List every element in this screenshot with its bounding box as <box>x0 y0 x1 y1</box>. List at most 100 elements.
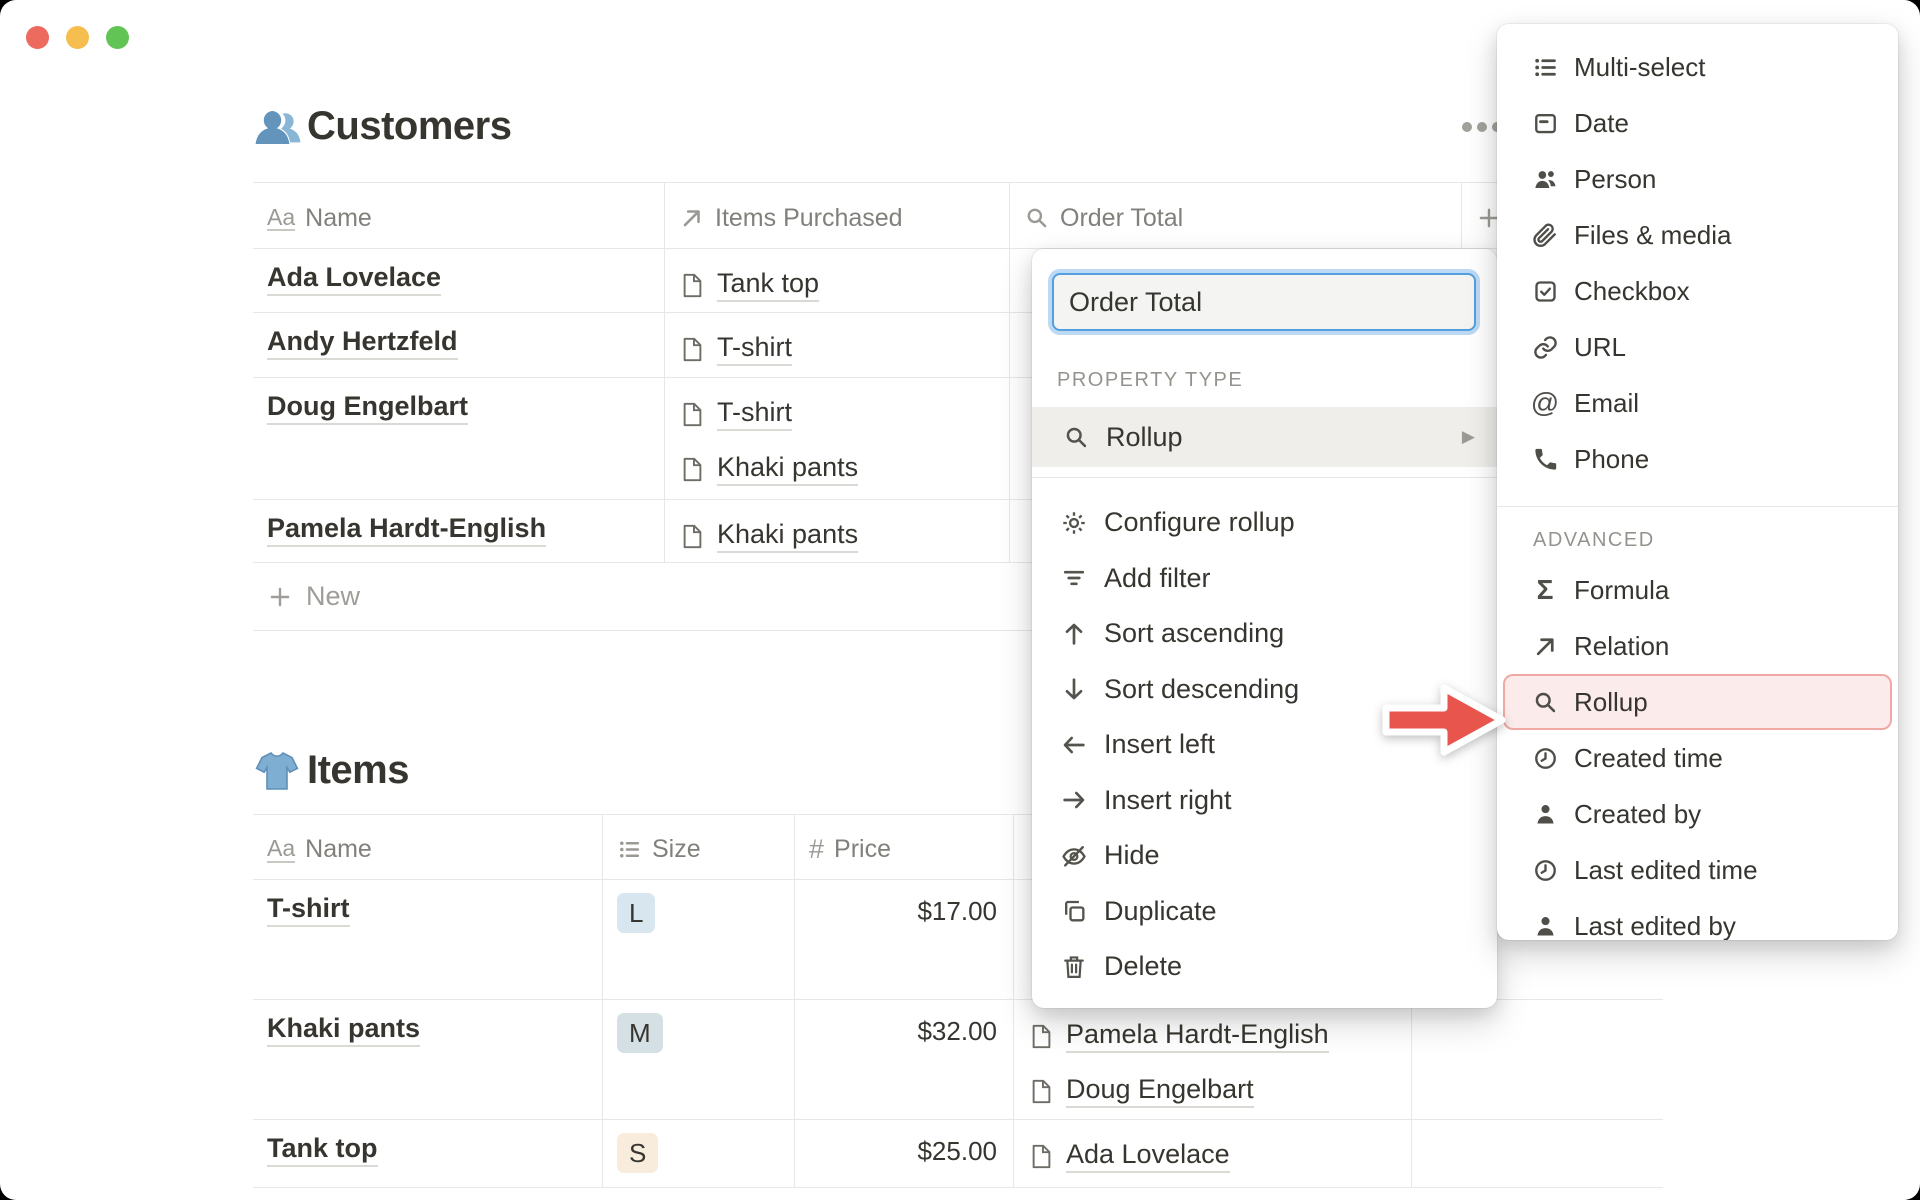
items-section-title: Items <box>253 746 410 794</box>
red-arrow-annotation <box>1382 684 1506 756</box>
type-item-last-edited-time[interactable]: Last edited time <box>1497 842 1898 898</box>
relation-icon <box>679 205 705 231</box>
type-item-created-by[interactable]: Created by <box>1497 786 1898 842</box>
page-icon <box>1032 1024 1051 1048</box>
gear-icon <box>1060 509 1088 537</box>
type-item-person[interactable]: Person <box>1497 151 1898 207</box>
size-tag[interactable]: L <box>617 893 656 933</box>
customers-header-row: Aa Name Items Purchased Order Total <box>253 182 1663 249</box>
table-row: Tank top S $25.00 Ada Lovelace <box>253 1120 1663 1188</box>
calendar-icon <box>1531 109 1559 137</box>
type-item-last-edited-by[interactable]: Last edited by <box>1497 898 1898 940</box>
size-tag[interactable]: S <box>617 1133 659 1173</box>
type-item-date[interactable]: Date <box>1497 95 1898 151</box>
duplicate-icon <box>1060 897 1088 925</box>
type-item-checkbox[interactable]: Checkbox <box>1497 263 1898 319</box>
page-mention[interactable]: Khaki pants <box>679 513 995 559</box>
size-tag[interactable]: M <box>617 1013 663 1053</box>
page-icon <box>1032 1144 1051 1168</box>
page-mention[interactable]: Ada Lovelace <box>1028 1133 1397 1179</box>
menu-item-duplicate[interactable]: Duplicate <box>1032 884 1497 940</box>
page-icon <box>683 337 702 361</box>
page-mention[interactable]: T-shirt <box>679 326 995 372</box>
type-item-multi-select[interactable]: Multi-select <box>1497 39 1898 95</box>
column-header-name[interactable]: Aa Name <box>253 183 665 248</box>
page-mention[interactable]: Tank top <box>679 262 995 308</box>
price-cell[interactable]: $25.00 <box>795 1120 1014 1187</box>
rollup-icon <box>1024 205 1050 231</box>
divider <box>1032 477 1497 478</box>
column-header-order-total[interactable]: Order Total <box>1010 183 1462 248</box>
column-header-size[interactable]: Size <box>603 815 795 879</box>
column-header-name[interactable]: Aa Name <box>253 815 603 879</box>
arrow-left-icon <box>1060 731 1088 759</box>
select-icon <box>617 837 642 862</box>
eye-off-icon <box>1060 842 1088 870</box>
price-cell[interactable]: $32.00 <box>795 1000 1014 1119</box>
person-icon <box>1531 912 1559 940</box>
checkbox-icon <box>1531 277 1559 305</box>
clock-icon <box>1531 856 1559 884</box>
trash-icon <box>1060 953 1088 981</box>
property-type-current[interactable]: Rollup ▶ <box>1032 407 1497 467</box>
rollup-icon <box>1062 423 1090 451</box>
property-menu-popup: PROPERTY TYPE Rollup ▶ Configure rollup … <box>1032 249 1497 1008</box>
menu-item-sort-ascending[interactable]: Sort ascending <box>1032 606 1497 662</box>
page-mention[interactable]: Doug Engelbart <box>1028 1068 1397 1114</box>
row-name-link[interactable]: Andy Hertzfeld <box>253 313 665 377</box>
type-item-rollup-highlighted[interactable]: Rollup <box>1503 674 1892 730</box>
page-mention[interactable]: T-shirt <box>679 391 995 437</box>
page-mention[interactable]: Pamela Hardt-English <box>1028 1013 1397 1059</box>
text-property-icon: Aa <box>267 203 296 232</box>
type-item-formula[interactable]: Σ Formula <box>1497 562 1898 618</box>
page-icon <box>683 402 702 426</box>
menu-item-add-filter[interactable]: Add filter <box>1032 551 1497 607</box>
t-shirt-emoji <box>255 752 299 790</box>
menu-item-hide[interactable]: Hide <box>1032 828 1497 884</box>
type-item-files-media[interactable]: Files & media <box>1497 207 1898 263</box>
table-row: Khaki pants M $32.00 Pamela Hardt-Englis… <box>253 1000 1663 1120</box>
paperclip-icon <box>1531 221 1559 249</box>
property-type-section-label: PROPERTY TYPE <box>1057 369 1244 391</box>
chevron-right-icon: ▶ <box>1461 427 1475 446</box>
row-name-link[interactable]: Tank top <box>253 1120 603 1187</box>
menu-item-configure-rollup[interactable]: Configure rollup <box>1032 495 1497 551</box>
close-button[interactable] <box>26 26 49 49</box>
type-item-email[interactable]: @ Email <box>1497 375 1898 431</box>
text-property-icon: Aa <box>267 835 296 863</box>
page-icon <box>1032 1079 1051 1103</box>
row-name-link[interactable]: Ada Lovelace <box>253 249 665 312</box>
rollup-icon <box>1531 688 1559 716</box>
property-name-input[interactable] <box>1052 273 1476 331</box>
relation-icon <box>1531 632 1559 660</box>
minimize-button[interactable] <box>66 26 89 49</box>
plus-icon <box>267 584 293 610</box>
price-cell[interactable]: $17.00 <box>795 880 1014 999</box>
column-header-items-purchased[interactable]: Items Purchased <box>665 183 1010 248</box>
page-mention[interactable]: Khaki pants <box>679 446 995 492</box>
busts-in-silhouette-emoji <box>255 111 301 144</box>
arrow-right-icon <box>1060 786 1088 814</box>
row-name-link[interactable]: Doug Engelbart <box>253 378 665 499</box>
more-options-button[interactable] <box>1462 122 1502 132</box>
row-name-link[interactable]: Pamela Hardt-English <box>253 500 665 562</box>
window-controls <box>26 26 129 49</box>
page-title: Customers <box>307 103 512 148</box>
menu-item-delete[interactable]: Delete <box>1032 939 1497 995</box>
arrow-up-icon <box>1060 620 1088 648</box>
number-icon: # <box>809 834 825 864</box>
type-item-relation[interactable]: Relation <box>1497 618 1898 674</box>
menu-item-insert-right[interactable]: Insert right <box>1032 773 1497 829</box>
type-item-url[interactable]: URL <box>1497 319 1898 375</box>
row-name-link[interactable]: Khaki pants <box>253 1000 603 1119</box>
column-header-price[interactable]: # Price <box>795 815 1014 879</box>
type-item-created-time[interactable]: Created time <box>1497 730 1898 786</box>
people-icon <box>1531 165 1559 193</box>
app-window: Customers Aa Name Items Purchased Order … <box>0 0 1920 1200</box>
arrow-down-icon <box>1060 675 1088 703</box>
type-item-phone[interactable]: Phone <box>1497 431 1898 487</box>
at-icon: @ <box>1530 387 1560 418</box>
page-icon <box>683 273 702 297</box>
row-name-link[interactable]: T-shirt <box>253 880 603 999</box>
zoom-button[interactable] <box>106 26 129 49</box>
